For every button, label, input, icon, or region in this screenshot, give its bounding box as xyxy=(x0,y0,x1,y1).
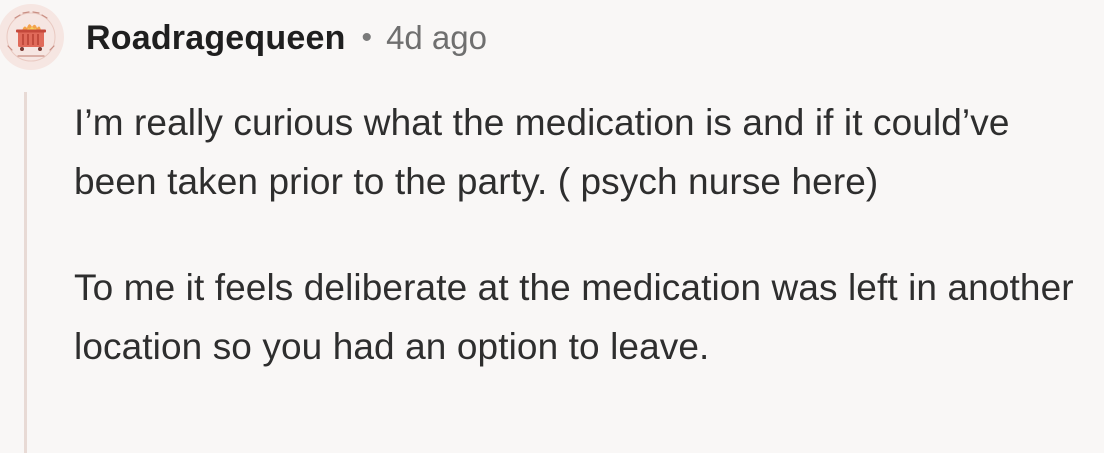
comment-card: Roadragequeen • 4d ago I’m really curiou… xyxy=(0,0,1104,453)
comment-body: I’m really curious what the medication i… xyxy=(74,94,1100,376)
user-avatar[interactable] xyxy=(0,4,64,70)
thread-line[interactable] xyxy=(24,92,27,453)
dumpster-fire-badge-icon xyxy=(0,5,63,69)
comment-header: Roadragequeen • 4d ago xyxy=(86,14,487,62)
author-username[interactable]: Roadragequeen xyxy=(86,19,346,58)
comment-paragraph: I’m really curious what the medication i… xyxy=(74,102,1010,202)
comment-paragraph: To me it feels deliberate at the medicat… xyxy=(74,267,1074,367)
meta-separator: • xyxy=(361,21,373,54)
comment-timestamp[interactable]: 4d ago xyxy=(386,19,487,57)
